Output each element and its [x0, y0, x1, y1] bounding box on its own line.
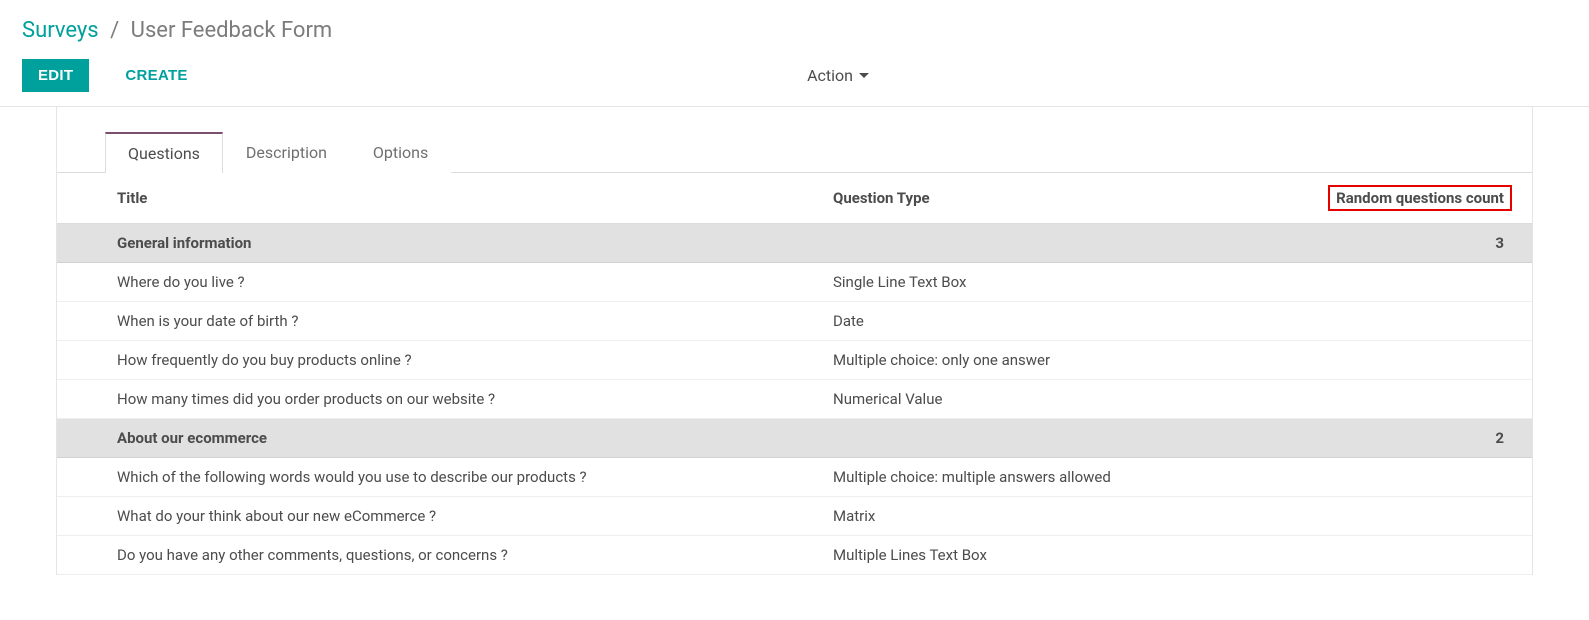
table-row[interactable]: When is your date of birth ? Date: [57, 302, 1532, 341]
question-title: Where do you live ?: [57, 263, 817, 302]
question-type: Multiple choice: only one answer: [817, 341, 1235, 380]
section-name: About our ecommerce: [57, 419, 817, 458]
section-name: General information: [57, 224, 817, 263]
tab-questions[interactable]: Questions: [105, 132, 223, 173]
section-random-count: 3: [1235, 224, 1532, 263]
edit-button[interactable]: EDIT: [22, 59, 89, 92]
table-header-random-count: Random questions count: [1235, 173, 1532, 224]
table-section-row[interactable]: General information 3: [57, 224, 1532, 263]
breadcrumb: Surveys / User Feedback Form: [0, 0, 1589, 51]
caret-down-icon: [859, 73, 869, 78]
table-section-row[interactable]: About our ecommerce 2: [57, 419, 1532, 458]
question-type: Single Line Text Box: [817, 263, 1235, 302]
table-row[interactable]: Where do you live ? Single Line Text Box: [57, 263, 1532, 302]
action-dropdown[interactable]: Action: [807, 66, 877, 85]
table-header-question-type: Question Type: [817, 173, 1235, 224]
form-sheet: Questions Description Options Title Ques…: [56, 107, 1533, 575]
question-title: How frequently do you buy products onlin…: [57, 341, 817, 380]
question-title: Do you have any other comments, question…: [57, 536, 817, 575]
question-type: Matrix: [817, 497, 1235, 536]
question-type: Date: [817, 302, 1235, 341]
question-type: Numerical Value: [817, 380, 1235, 419]
action-dropdown-label: Action: [807, 66, 853, 85]
table-row[interactable]: Do you have any other comments, question…: [57, 536, 1532, 575]
question-type: Multiple Lines Text Box: [817, 536, 1235, 575]
create-button[interactable]: CREATE: [107, 59, 205, 92]
toolbar: EDIT CREATE Action: [0, 51, 1589, 107]
breadcrumb-separator: /: [104, 18, 125, 43]
tab-description[interactable]: Description: [223, 132, 350, 173]
table-row[interactable]: How frequently do you buy products onlin…: [57, 341, 1532, 380]
breadcrumb-current: User Feedback Form: [131, 18, 333, 43]
question-type: Multiple choice: multiple answers allowe…: [817, 458, 1235, 497]
question-title: Which of the following words would you u…: [57, 458, 817, 497]
highlight-random-count: Random questions count: [1328, 185, 1512, 211]
table-header-title: Title: [57, 173, 817, 224]
tabs: Questions Description Options: [57, 131, 1532, 173]
questions-table: Title Question Type Random questions cou…: [57, 173, 1532, 575]
question-title: When is your date of birth ?: [57, 302, 817, 341]
table-row[interactable]: How many times did you order products on…: [57, 380, 1532, 419]
table-row[interactable]: What do your think about our new eCommer…: [57, 497, 1532, 536]
question-title: How many times did you order products on…: [57, 380, 817, 419]
table-row[interactable]: Which of the following words would you u…: [57, 458, 1532, 497]
breadcrumb-parent-link[interactable]: Surveys: [22, 18, 99, 43]
tab-options[interactable]: Options: [350, 132, 451, 173]
question-title: What do your think about our new eCommer…: [57, 497, 817, 536]
section-random-count: 2: [1235, 419, 1532, 458]
